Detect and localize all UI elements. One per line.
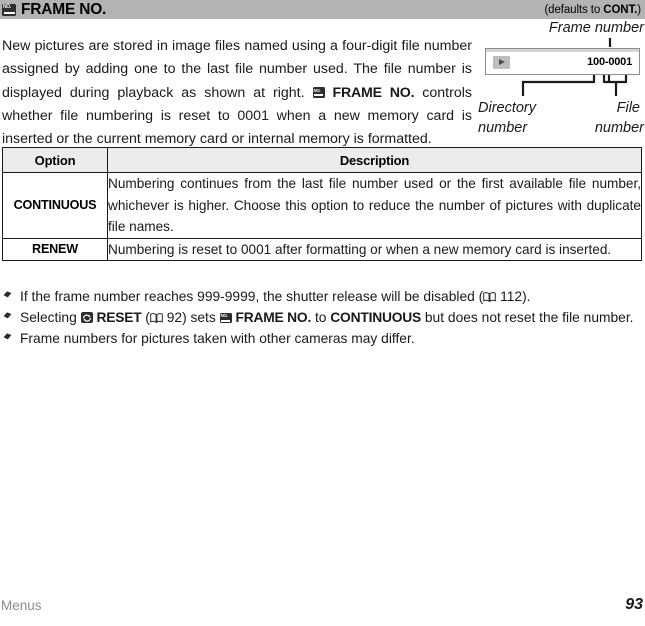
caption-file-line1: File bbox=[616, 100, 640, 116]
note1-text-a: If the frame number reaches 999-9999, th… bbox=[20, 289, 484, 304]
note3-text: Frame numbers for pictures taken with ot… bbox=[20, 331, 415, 346]
reset-icon bbox=[80, 312, 93, 323]
diamond-bullet-icon bbox=[3, 311, 12, 320]
note-item: If the frame number reaches 999-9999, th… bbox=[2, 286, 640, 307]
caption-file-line2: number bbox=[594, 120, 644, 136]
frame-no-icon bbox=[2, 3, 16, 16]
intro-paragraph: New pictures are stored in image files n… bbox=[2, 35, 472, 151]
section-default-note: (defaults to CONT.) bbox=[544, 4, 641, 16]
default-prefix: (defaults to bbox=[544, 3, 604, 16]
table-header-row: Option Description bbox=[2, 147, 642, 173]
note2-text-b: ( bbox=[141, 310, 150, 325]
note2-text-c: ) sets bbox=[182, 310, 220, 325]
note2-text-a: Selecting bbox=[20, 310, 81, 325]
table-row: CONTINUOUS Numbering continues from the … bbox=[2, 172, 642, 239]
description-continuous: Numbering continues from the last file n… bbox=[107, 172, 642, 239]
section-title: FRAME NO. bbox=[2, 1, 106, 19]
note2-text-e: but does not reset the file number. bbox=[421, 310, 634, 325]
note2-ref-page: 92 bbox=[162, 310, 183, 325]
frame-no-icon bbox=[312, 87, 325, 98]
notes-list: If the frame number reaches 999-9999, th… bbox=[2, 286, 640, 349]
note2-frame-no-label: FRAME NO. bbox=[235, 310, 312, 325]
diamond-bullet-icon bbox=[3, 332, 12, 341]
note2-reset-label: RESET bbox=[96, 310, 142, 325]
footer-page-number: 93 bbox=[625, 596, 643, 613]
book-icon bbox=[483, 292, 497, 302]
book-icon bbox=[150, 313, 163, 323]
options-table: Option Description CONTINUOUS Numbering … bbox=[2, 147, 642, 261]
frame-no-icon bbox=[219, 312, 232, 323]
caption-directory-line1: Directory bbox=[478, 100, 537, 116]
section-header-bar: FRAME NO. (defaults to CONT.) bbox=[0, 0, 645, 19]
section-title-text: FRAME NO. bbox=[21, 0, 107, 18]
option-continuous: CONTINUOUS bbox=[2, 172, 108, 239]
frame-number-illustration: Frame number 100-0001 Directory number F… bbox=[476, 20, 644, 142]
option-renew: RENEW bbox=[2, 237, 108, 261]
description-renew: Numbering is reset to 0001 after formatt… bbox=[107, 237, 642, 261]
diamond-bullet-icon bbox=[3, 290, 12, 299]
note1-ref-page: 112 bbox=[496, 289, 523, 304]
intro-frame-no-label: FRAME NO. bbox=[332, 84, 415, 101]
default-value: CONT. bbox=[603, 3, 638, 16]
note-item: Selecting RESET ( 92) sets FRAME NO. to … bbox=[2, 307, 640, 328]
note2-text-d: to bbox=[311, 310, 331, 325]
column-header-description: Description bbox=[107, 147, 642, 173]
table-row: RENEW Numbering is reset to 0001 after f… bbox=[2, 237, 642, 261]
note2-continuous-label: CONTINUOUS bbox=[330, 310, 422, 325]
column-header-option: Option bbox=[2, 147, 108, 173]
caption-directory-line2: number bbox=[478, 120, 528, 136]
page-footer: Menus 93 bbox=[0, 596, 645, 618]
footer-section-name: Menus bbox=[1, 598, 42, 613]
default-suffix: ) bbox=[637, 3, 641, 16]
note-item: Frame numbers for pictures taken with ot… bbox=[2, 328, 640, 349]
note1-text-b: ). bbox=[522, 289, 531, 304]
